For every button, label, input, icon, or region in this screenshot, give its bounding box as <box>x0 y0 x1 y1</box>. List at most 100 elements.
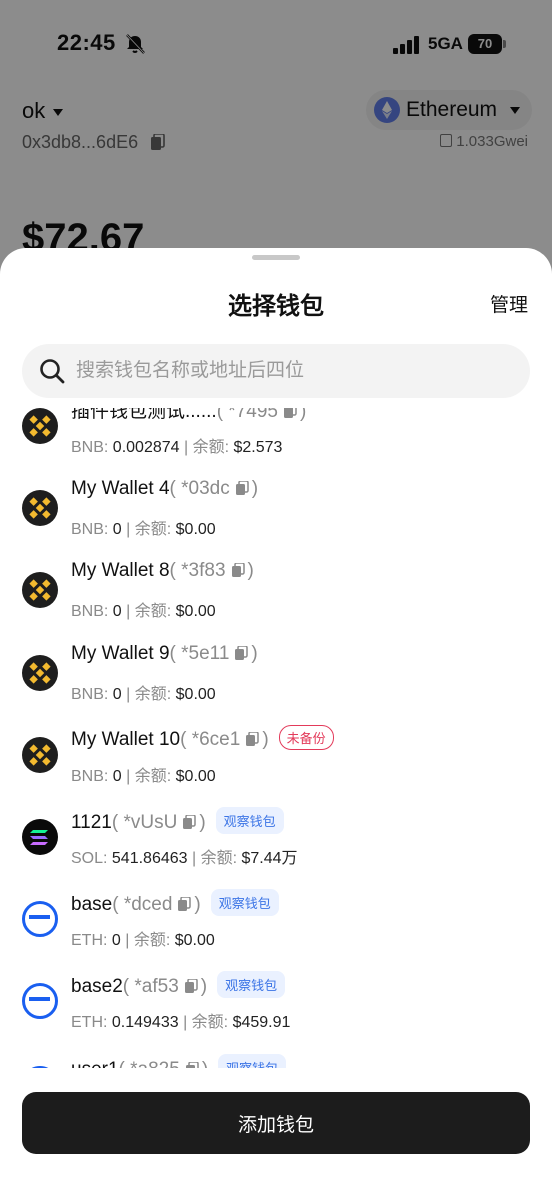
chain-amount: 0.149433 <box>111 1014 179 1032</box>
balance-label: 余额: <box>134 521 172 539</box>
wallet-name-row: base( *dced) 观察钱包 <box>71 889 279 917</box>
wallet-balance-line: BNB: 0 | 余额: $0.00 <box>71 521 216 539</box>
chain-symbol: BNB <box>71 685 104 703</box>
balance-label: 余额: <box>134 603 172 621</box>
copy-icon[interactable] <box>231 563 245 578</box>
wallet-list-item[interactable]: base2( *af53) 观察钱包 ETH: 0.149433 | 余额: $45… <box>0 965 552 1047</box>
manage-button[interactable]: 管理 <box>490 290 528 317</box>
wallet-name-row: user1( *a825) 观察钱包 <box>71 1053 287 1068</box>
wallet-balance-line: ETH: 0.149433 | 余额: $459.91 <box>71 1014 291 1032</box>
wallet-balance-line: BNB: 0 | 余额: $0.00 <box>71 603 216 621</box>
balance-label: 余额: <box>191 1014 229 1032</box>
wallet-name: My Wallet 8 <box>71 560 170 582</box>
wallet-name: base <box>71 894 113 916</box>
wallet-address-short: ( *vUsU) <box>111 812 206 833</box>
balance-label: 余额: <box>134 767 172 785</box>
chain-symbol: ETH <box>71 932 103 950</box>
solana-icon <box>22 819 58 855</box>
wallet-name-row: base2( *af53) 观察钱包 <box>71 971 286 999</box>
wallet-balance-line: ETH: 0 | 余额: $0.00 <box>71 932 215 950</box>
wallet-balance: $7.44万 <box>241 850 298 867</box>
chain-amount: 0.002874 <box>112 439 180 456</box>
chain-amount: 0 <box>112 521 122 539</box>
wallet-balance: $0.00 <box>175 603 216 621</box>
balance-label: 余额: <box>134 685 172 703</box>
bnb-icon <box>22 654 58 691</box>
wallet-balance-line: BNB: 0.002874 | 余额: $2.573 <box>71 439 283 456</box>
copy-icon[interactable] <box>183 815 197 829</box>
chain-symbol: BNB <box>71 603 104 621</box>
chain-amount: 0 <box>112 603 122 621</box>
wallet-list-item[interactable]: My Wallet 9( *5e11) BNB: 0 | 余额: $0.00 <box>0 637 552 719</box>
wallet-address-short: ( *a825) <box>119 1059 208 1068</box>
wallet-balance-line: SOL: 541.86463 | 余额: $7.44万 <box>71 850 298 867</box>
wallet-balance: $0.00 <box>174 932 215 950</box>
bnb-icon <box>22 572 58 609</box>
wallet-balance: $0.00 <box>175 685 216 703</box>
wallet-list-item[interactable]: 插件钱包测试......( *7495) BNB: 0.002874 | 余额: … <box>0 408 552 472</box>
base-icon <box>22 1065 58 1068</box>
copy-icon[interactable] <box>235 481 249 496</box>
copy-icon[interactable] <box>235 645 249 660</box>
chain-amount: 0 <box>111 932 121 950</box>
balance-label: 余额: <box>192 439 230 456</box>
wallet-name: user1 <box>71 1059 119 1068</box>
watch-wallet-badge: 观察钱包 <box>217 971 286 999</box>
copy-icon[interactable] <box>283 408 297 418</box>
wallet-name: My Wallet 9 <box>71 642 170 664</box>
wallet-address-short: ( *5e11) <box>169 642 258 664</box>
chain-symbol: BNB <box>71 521 104 539</box>
wallet-name-row: My Wallet 8( *3f83) <box>71 560 254 582</box>
wallet-name: My Wallet 4 <box>71 478 170 500</box>
bnb-icon <box>22 736 58 773</box>
base-icon <box>22 901 58 938</box>
wallet-name-row: 1121( *vUsU) 观察钱包 <box>71 807 284 834</box>
wallet-address-short: ( *6ce1) <box>180 728 269 750</box>
balance-label: 余额: <box>133 932 171 950</box>
wallet-name: base2 <box>71 976 123 998</box>
wallet-name: 插件钱包测试...... <box>71 408 217 422</box>
copy-icon[interactable] <box>178 897 192 912</box>
wallet-address-short: ( *7495) <box>217 408 306 422</box>
wallet-list-item[interactable]: user1( *a825) 观察钱包 <box>0 1048 552 1068</box>
wallet-name: 1121 <box>71 812 112 833</box>
wallet-address-short: ( *3f83) <box>169 560 254 582</box>
wallet-list-item[interactable]: My Wallet 8( *3f83) BNB: 0 | 余额: $0.00 <box>0 554 552 636</box>
wallet-balance-line: BNB: 0 | 余额: $0.00 <box>71 685 216 703</box>
wallet-balance: $459.91 <box>232 1014 291 1032</box>
base-icon <box>22 983 58 1020</box>
watch-wallet-badge: 观察钱包 <box>218 1053 287 1068</box>
watch-wallet-badge: 观察钱包 <box>215 807 284 834</box>
copy-icon[interactable] <box>185 1061 199 1068</box>
wallet-address-short: ( *dced) <box>112 894 201 916</box>
add-wallet-button[interactable]: 添加钱包 <box>22 1092 530 1154</box>
wallet-list-item[interactable]: base( *dced) 观察钱包 ETH: 0 | 余额: $0.00 <box>0 883 552 965</box>
copy-icon[interactable] <box>246 731 260 746</box>
chain-symbol: BNB <box>71 439 104 456</box>
search-bar[interactable] <box>22 344 530 398</box>
copy-icon[interactable] <box>184 979 198 994</box>
wallet-address-short: ( *af53) <box>122 976 208 998</box>
chain-amount: 0 <box>112 685 122 703</box>
wallet-name-row: My Wallet 10( *6ce1) 未备份 <box>71 724 334 751</box>
chain-symbol: ETH <box>71 1014 103 1032</box>
wallet-address-short: ( *03dc) <box>169 478 259 500</box>
not-backed-up-badge: 未备份 <box>278 724 334 750</box>
wallet-balance: $2.573 <box>233 439 283 456</box>
sheet-grabber[interactable] <box>252 255 300 260</box>
bnb-icon <box>22 408 58 444</box>
wallet-selector-sheet: 选择钱包 管理 插件钱包测试......( *7495) BNB: 0.00287… <box>0 248 552 1200</box>
wallet-name: My Wallet 10 <box>71 728 181 750</box>
wallet-balance: $0.00 <box>175 767 216 785</box>
watch-wallet-badge: 观察钱包 <box>210 889 279 917</box>
wallet-list-item[interactable]: 1121( *vUsU) 观察钱包 SOL: 541.86463 | 余额: $7.… <box>0 801 552 883</box>
bnb-icon <box>22 490 58 527</box>
wallet-list-item[interactable]: My Wallet 4( *03dc) BNB: 0 | 余额: $0.00 <box>0 472 552 554</box>
chain-symbol: SOL <box>71 850 104 867</box>
search-icon <box>40 359 65 384</box>
search-input[interactable] <box>76 344 506 398</box>
wallet-balance-line: BNB: 0 | 余额: $0.00 <box>71 767 216 785</box>
wallet-list[interactable]: 插件钱包测试......( *7495) BNB: 0.002874 | 余额: … <box>0 408 552 1068</box>
chain-amount: 0 <box>112 767 122 785</box>
wallet-list-item[interactable]: My Wallet 10( *6ce1) 未备份 BNB: 0 | 余额: $0.0… <box>0 719 552 801</box>
